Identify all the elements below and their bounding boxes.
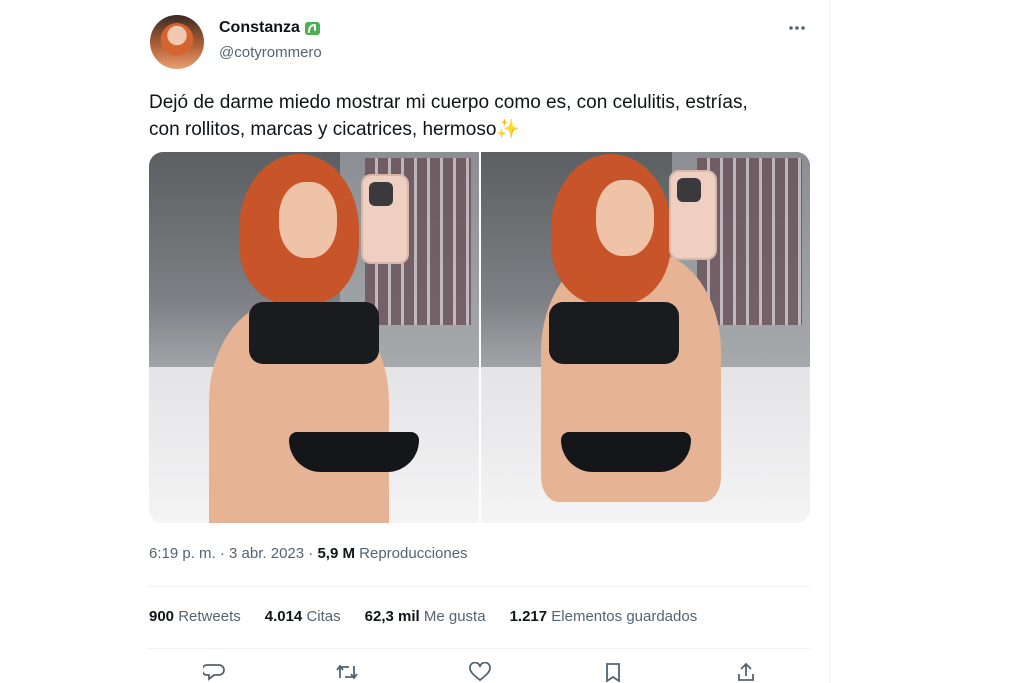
quotes-count: 4.014 — [264, 608, 303, 625]
likes-label: Me gusta — [423, 608, 486, 625]
bookmarks-label: Elementos guardados — [551, 608, 698, 625]
media-grid — [149, 152, 810, 523]
seedling-emoji-icon — [303, 18, 322, 37]
avatar[interactable] — [150, 15, 204, 69]
retweets-stat[interactable]: 900 Retweets — [149, 608, 241, 625]
likes-stat[interactable]: 62,3 mil Me gusta — [365, 608, 486, 625]
action-bar — [200, 662, 760, 683]
bookmark-icon[interactable] — [599, 662, 627, 683]
meta-separator-2: · — [304, 545, 318, 562]
divider — [148, 648, 810, 649]
bookmarks-count: 1.217 — [509, 608, 548, 625]
tweet-text-line1: Dejó de darme miedo mostrar mi cuerpo co… — [149, 92, 748, 113]
author-name-row: Constanza — [219, 18, 322, 37]
user-handle[interactable]: @cotyrommero — [219, 44, 322, 61]
engagement-stats: 900 Retweets 4.014 Citas 62,3 mil Me gus… — [149, 608, 697, 625]
retweets-label: Retweets — [178, 608, 241, 625]
tweet: Constanza @cotyrommero Dejó de darme mie… — [148, 0, 810, 683]
views-label: Reproducciones — [359, 545, 468, 562]
tweet-text-line2: con rollitos, marcas y cicatrices, hermo… — [149, 119, 497, 140]
reply-icon[interactable] — [200, 662, 228, 683]
more-horizontal-icon[interactable] — [788, 18, 806, 36]
views-count: 5,9 M — [317, 545, 355, 562]
quotes-stat[interactable]: 4.014 Citas — [265, 608, 341, 625]
share-icon[interactable] — [732, 662, 760, 683]
sparkles-emoji-icon: ✨ — [496, 119, 521, 140]
retweets-count: 900 — [149, 608, 175, 625]
quotes-label: Citas — [306, 608, 341, 625]
divider — [148, 586, 810, 587]
tweet-photo-1[interactable] — [149, 152, 479, 523]
tweet-date[interactable]: 3 abr. 2023 — [229, 545, 304, 562]
like-icon[interactable] — [466, 662, 494, 683]
bookmarks-stat[interactable]: 1.217 Elementos guardados — [510, 608, 698, 625]
tweet-photo-2[interactable] — [480, 152, 810, 523]
likes-count: 62,3 mil — [364, 608, 420, 625]
tweet-time[interactable]: 6:19 p. m. — [149, 545, 216, 562]
meta-separator: · — [215, 545, 230, 562]
display-name[interactable]: Constanza — [219, 19, 300, 37]
tweet-text: Dejó de darme miedo mostrar mi cuerpo co… — [149, 89, 809, 143]
tweet-meta: 6:19 p. m. · 3 abr. 2023 · 5,9 M Reprodu… — [149, 545, 468, 562]
retweet-icon[interactable] — [333, 662, 361, 683]
column-divider — [829, 0, 830, 683]
